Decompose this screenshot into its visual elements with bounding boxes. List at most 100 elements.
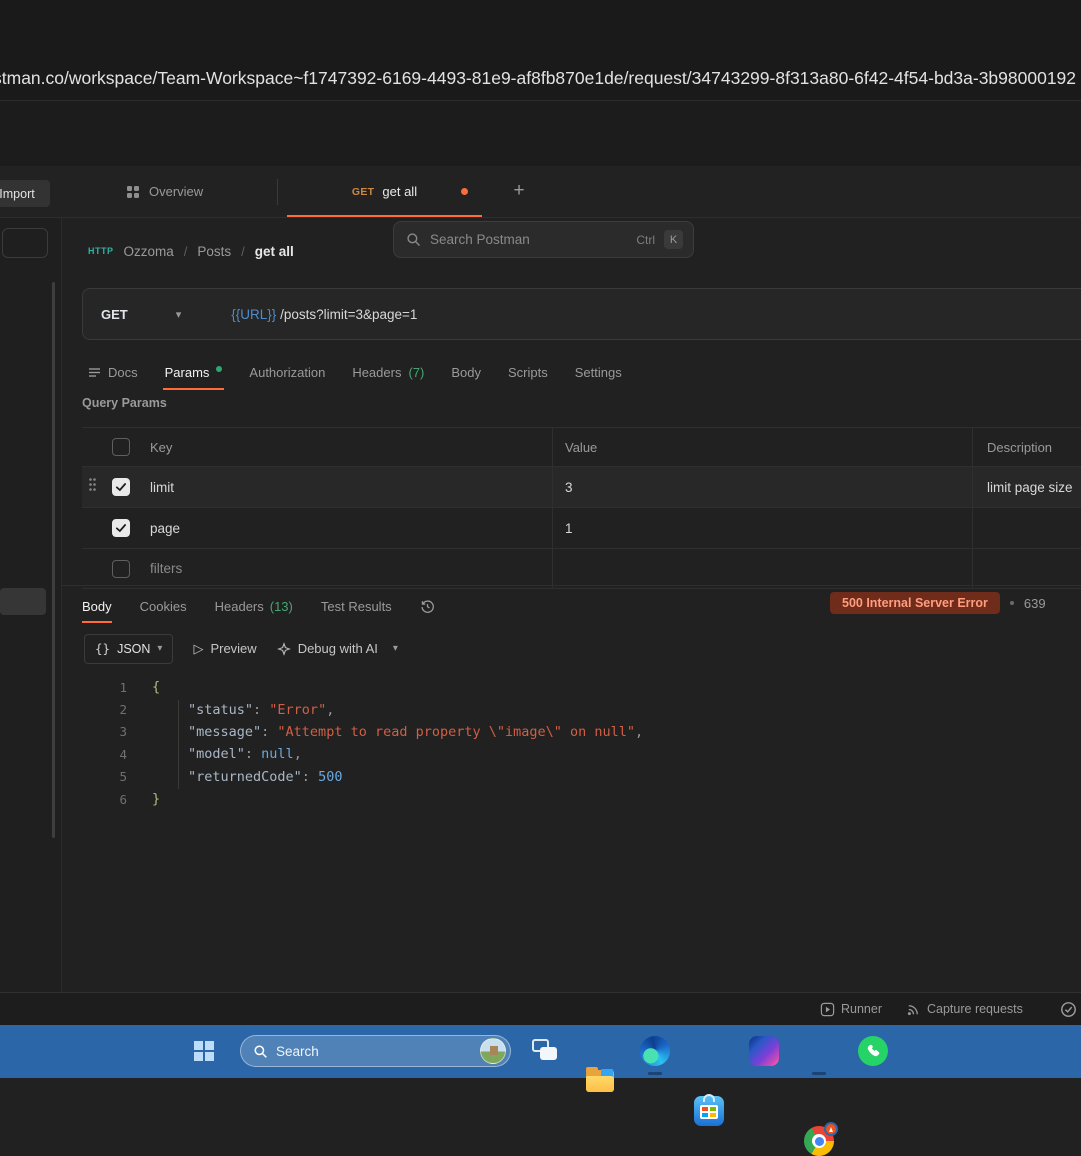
search-icon [406, 232, 421, 247]
sidebar-scrollbar[interactable] [52, 282, 55, 838]
start-button[interactable] [194, 1041, 214, 1061]
search-highlight-icon[interactable] [480, 1038, 506, 1064]
response-history-button[interactable] [420, 589, 435, 623]
url-path: /posts?limit=3&page=1 [280, 307, 417, 322]
response-tab-headers[interactable]: Headers (13) [215, 589, 293, 623]
request-tab-method: GET [352, 186, 375, 198]
param-value[interactable]: 1 [565, 521, 573, 536]
copilot-button[interactable] [749, 1036, 779, 1066]
import-button[interactable]: Import [0, 180, 50, 207]
param-key[interactable]: limit [150, 480, 174, 495]
request-tab-docs[interactable]: Docs [88, 355, 138, 390]
param-value[interactable]: 3 [565, 480, 573, 495]
capture-requests-button[interactable]: Capture requests [906, 1002, 1023, 1017]
breadcrumb-workspace[interactable]: Ozzoma [124, 244, 174, 259]
drag-handle-icon[interactable] [88, 477, 97, 497]
request-tab-scripts[interactable]: Scripts [508, 355, 548, 390]
request-tab-params[interactable]: Params [165, 355, 223, 390]
preview-button[interactable]: ▷ Preview [193, 641, 256, 657]
chrome-notification-badge [824, 1122, 838, 1136]
chrome-open-indicator [812, 1072, 826, 1075]
param-row-limit[interactable]: limit 3 limit page size [82, 466, 1081, 507]
breadcrumb: HTTP Ozzoma / Posts / get all [88, 239, 294, 263]
format-label: JSON [117, 642, 150, 656]
overview-icon [126, 185, 140, 199]
ai-sparkle-icon [277, 642, 291, 656]
plus-icon: + [513, 180, 524, 202]
sidebar-selected-item[interactable] [0, 588, 46, 615]
phone-icon [865, 1043, 881, 1059]
postman-header: Ctrl K [0, 101, 1081, 166]
browser-address-bar[interactable]: stman.co/workspace/Team-Workspace~f17473… [0, 68, 1076, 89]
param-checkbox[interactable] [112, 560, 130, 578]
code-line: 3"message": "Attempt to read property \"… [84, 721, 1044, 743]
chevron-down-icon[interactable]: ▾ [176, 308, 182, 321]
task-view-button[interactable] [530, 1036, 560, 1066]
response-tab-test-results[interactable]: Test Results [321, 589, 392, 623]
code-line: 4"model": null, [84, 743, 1044, 765]
history-icon [420, 599, 435, 614]
request-tab-body[interactable]: Body [451, 355, 481, 390]
format-dropdown[interactable]: {} JSON ▾ [84, 634, 173, 664]
response-tab-cookies[interactable]: Cookies [140, 589, 187, 623]
debug-with-ai-button[interactable]: Debug with AI ▾ [277, 641, 398, 656]
breadcrumb-separator: / [184, 244, 188, 259]
http-protocol-icon: HTTP [88, 246, 114, 256]
taskbar-search-input[interactable] [276, 1044, 472, 1059]
taskbar-search[interactable] [240, 1035, 511, 1067]
param-description[interactable]: limit page size [987, 480, 1073, 495]
shortcut-k-key: K [664, 230, 683, 249]
sidebar-collapsed-control[interactable] [2, 228, 48, 258]
response-body-json[interactable]: 1{2"status": "Error",3"message": "Attemp… [84, 676, 1044, 810]
unsaved-changes-dot [461, 188, 468, 195]
search-input[interactable] [430, 232, 627, 247]
runner-icon [820, 1002, 835, 1017]
column-header-key: Key [140, 428, 553, 466]
headers-count: (7) [408, 365, 424, 380]
breadcrumb-request: get all [255, 244, 294, 259]
chevron-down-icon[interactable]: ▾ [393, 643, 398, 654]
capture-requests-icon [906, 1002, 921, 1017]
query-params-table: Key Value Description limit 3 limit page… [82, 427, 1081, 589]
postman-status-bar: Runner Capture requests [0, 992, 1081, 1025]
chevron-down-icon: ▾ [157, 643, 162, 654]
windows-logo-icon [194, 1041, 203, 1050]
file-explorer-button[interactable] [585, 1066, 615, 1096]
add-tab-button[interactable]: + [506, 178, 532, 204]
code-line: 5"returnedCode": 500 [84, 766, 1044, 788]
code-line: 2"status": "Error", [84, 698, 1044, 720]
param-key[interactable]: filters [150, 561, 182, 576]
param-checkbox[interactable] [112, 519, 130, 537]
response-tab-body[interactable]: Body [82, 589, 112, 623]
tab-request-get-all[interactable]: GET get all [287, 166, 482, 217]
chrome-browser-button[interactable] [804, 1126, 834, 1156]
edge-browser-button[interactable] [640, 1036, 670, 1066]
request-url-input[interactable]: {{URL}} /posts?limit=3&page=1 [231, 307, 417, 322]
params-content-dot [216, 366, 222, 372]
postman-search-box[interactable]: Ctrl K [393, 221, 694, 258]
select-all-checkbox[interactable] [112, 438, 130, 456]
microsoft-store-button[interactable] [694, 1096, 724, 1126]
param-checkbox[interactable] [112, 478, 130, 496]
browser-chrome: stman.co/workspace/Team-Workspace~f17473… [0, 0, 1081, 101]
param-row-page[interactable]: page 1 [82, 507, 1081, 548]
whatsapp-button[interactable] [858, 1036, 888, 1066]
request-tab-authorization[interactable]: Authorization [249, 355, 325, 390]
breadcrumb-collection[interactable]: Posts [197, 244, 231, 259]
method-selector[interactable]: GET [101, 307, 128, 322]
status-badge[interactable]: 500 Internal Server Error [830, 592, 1000, 614]
param-row-filters[interactable]: filters [82, 548, 1081, 589]
request-tab-title: get all [382, 184, 417, 199]
request-tab-settings[interactable]: Settings [575, 355, 622, 390]
request-tab-headers[interactable]: Headers (7) [352, 355, 424, 390]
code-line: 1{ [84, 676, 1044, 698]
runner-button[interactable]: Runner [820, 1002, 882, 1017]
search-icon [253, 1044, 268, 1059]
active-tab-underline [287, 215, 482, 217]
sidebar [0, 218, 62, 992]
response-time: 639 [1024, 596, 1046, 611]
param-key[interactable]: page [150, 521, 180, 536]
tab-overview[interactable]: Overview [126, 166, 203, 217]
status-check-icon[interactable] [1060, 1001, 1077, 1023]
request-url-bar: GET ▾ {{URL}} /posts?limit=3&page=1 [82, 288, 1081, 340]
